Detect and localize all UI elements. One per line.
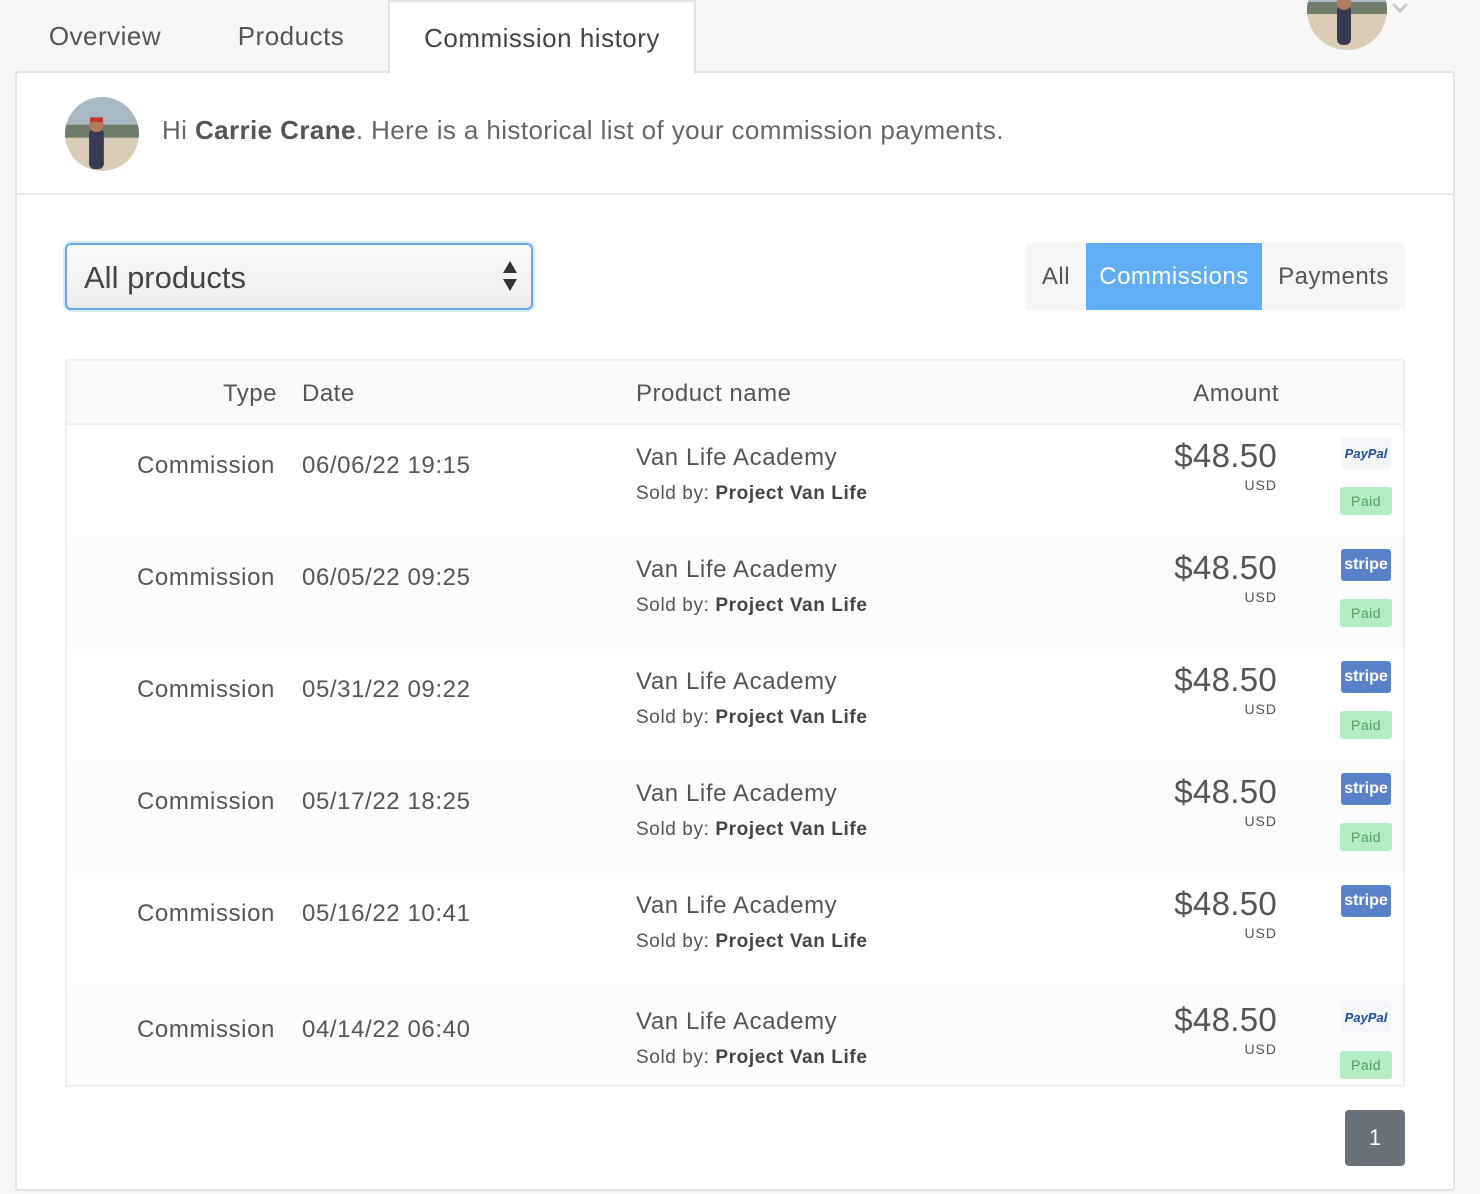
row-type: Commission xyxy=(136,564,275,591)
table-row[interactable]: Commission 05/16/22 10:41 Van Life Acade… xyxy=(67,873,1403,985)
row-amount: $48.50 xyxy=(1174,773,1277,810)
row-amount: $48.50 xyxy=(1174,437,1277,474)
row-amount: $48.50 xyxy=(1174,661,1277,698)
row-date: 05/16/22 10:41 xyxy=(302,900,471,927)
row-seller: Sold by: Project Van Life xyxy=(636,483,868,505)
row-seller: Sold by: Project Van Life xyxy=(636,707,868,729)
row-product: Van Life Academy xyxy=(636,556,838,583)
table-row[interactable]: Commission 06/06/22 19:15 Van Life Acade… xyxy=(67,425,1403,537)
seller-name: Project Van Life xyxy=(715,819,868,840)
paypal-icon: PayPal xyxy=(1341,437,1391,469)
row-amount: $48.50 xyxy=(1174,885,1277,922)
status-badge: Paid xyxy=(1340,711,1392,739)
table-row[interactable]: Commission 04/14/22 06:40 Van Life Acade… xyxy=(67,985,1403,1085)
row-seller: Sold by: Project Van Life xyxy=(636,819,868,841)
row-currency: USD xyxy=(1244,925,1277,941)
filter-payments[interactable]: Payments xyxy=(1262,243,1405,310)
row-product: Van Life Academy xyxy=(636,668,838,695)
status-badge: Paid xyxy=(1340,1051,1392,1079)
row-currency: USD xyxy=(1244,1041,1277,1057)
row-seller: Sold by: Project Van Life xyxy=(636,931,868,953)
row-date: 06/06/22 19:15 xyxy=(302,452,471,479)
avatar xyxy=(65,97,139,171)
tab-commission-history[interactable]: Commission history xyxy=(388,0,696,74)
stripe-icon: stripe xyxy=(1341,885,1391,917)
stripe-icon: stripe xyxy=(1341,661,1391,693)
seller-name: Project Van Life xyxy=(715,1047,868,1068)
header-type: Type xyxy=(222,380,277,407)
user-name: Carrie Crane xyxy=(194,115,356,145)
sold-by-label: Sold by: xyxy=(636,483,710,504)
chevron-down-icon[interactable] xyxy=(1390,0,1410,16)
table-header: Type Date Product name Amount xyxy=(67,361,1403,425)
row-date: 06/05/22 09:25 xyxy=(302,564,471,591)
greeting-suffix: . Here is a historical list of your comm… xyxy=(355,115,1004,145)
sold-by-label: Sold by: xyxy=(636,1047,710,1068)
header-product: Product name xyxy=(636,380,792,407)
seller-name: Project Van Life xyxy=(715,707,868,728)
table-row[interactable]: Commission 06/05/22 09:25 Van Life Acade… xyxy=(67,537,1403,649)
row-seller: Sold by: Project Van Life xyxy=(636,1047,868,1069)
sold-by-label: Sold by: xyxy=(636,595,710,616)
stripe-icon: stripe xyxy=(1341,773,1391,805)
row-currency: USD xyxy=(1244,589,1277,605)
tab-products[interactable]: Products xyxy=(208,0,374,72)
table-row[interactable]: Commission 05/17/22 18:25 Van Life Acade… xyxy=(67,761,1403,873)
row-type: Commission xyxy=(136,788,275,815)
row-product: Van Life Academy xyxy=(636,444,838,471)
pagination-page-button[interactable]: 1 xyxy=(1345,1110,1405,1166)
stripe-icon: stripe xyxy=(1341,549,1391,581)
header-amount: Amount xyxy=(1193,380,1279,407)
tab-overview[interactable]: Overview xyxy=(30,0,180,72)
row-date: 05/17/22 18:25 xyxy=(302,788,471,815)
product-select[interactable]: All products xyxy=(65,243,533,310)
row-amount: $48.50 xyxy=(1174,1001,1277,1038)
row-type: Commission xyxy=(136,900,275,927)
paypal-icon: PayPal xyxy=(1341,1001,1391,1033)
row-type: Commission xyxy=(136,676,275,703)
row-currency: USD xyxy=(1244,813,1277,829)
select-arrows-icon xyxy=(503,261,517,291)
greeting-prefix: Hi xyxy=(162,115,195,145)
status-badge: Paid xyxy=(1340,599,1392,627)
row-type: Commission xyxy=(136,1016,275,1043)
row-product: Van Life Academy xyxy=(636,892,838,919)
product-select-value: All products xyxy=(84,260,246,295)
sold-by-label: Sold by: xyxy=(636,707,710,728)
main-panel: Hi Carrie Crane. Here is a historical li… xyxy=(15,71,1455,1191)
row-date: 05/31/22 09:22 xyxy=(302,676,471,703)
row-type: Commission xyxy=(136,452,275,479)
row-amount: $48.50 xyxy=(1174,549,1277,586)
row-currency: USD xyxy=(1244,477,1277,493)
seller-name: Project Van Life xyxy=(715,483,868,504)
user-avatar[interactable] xyxy=(1307,0,1387,50)
sold-by-label: Sold by: xyxy=(636,931,710,952)
row-product: Van Life Academy xyxy=(636,1008,838,1035)
header-date: Date xyxy=(302,380,355,407)
row-seller: Sold by: Project Van Life xyxy=(636,595,868,617)
filter-all[interactable]: All xyxy=(1026,243,1086,310)
seller-name: Project Van Life xyxy=(715,595,868,616)
row-currency: USD xyxy=(1244,701,1277,717)
row-date: 04/14/22 06:40 xyxy=(302,1016,471,1043)
status-badge: Paid xyxy=(1340,823,1392,851)
table-row[interactable]: Commission 05/31/22 09:22 Van Life Acade… xyxy=(67,649,1403,761)
status-badge: Paid xyxy=(1340,487,1392,515)
sold-by-label: Sold by: xyxy=(636,819,710,840)
row-product: Van Life Academy xyxy=(636,780,838,807)
seller-name: Project Van Life xyxy=(715,931,868,952)
commission-table: Type Date Product name Amount Commission… xyxy=(65,359,1405,1087)
filter-commissions[interactable]: Commissions xyxy=(1086,243,1262,310)
welcome-header: Hi Carrie Crane. Here is a historical li… xyxy=(17,73,1453,195)
welcome-message: Hi Carrie Crane. Here is a historical li… xyxy=(162,115,1004,146)
tab-bar: Overview Products Commission history xyxy=(0,0,1480,74)
